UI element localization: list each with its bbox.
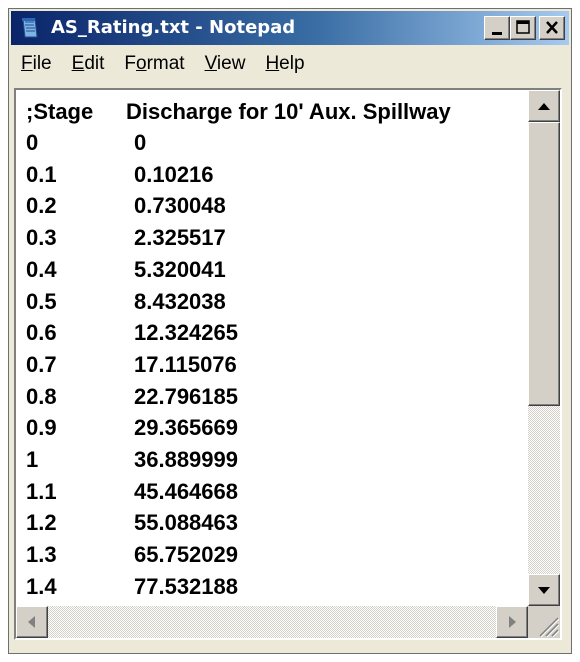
close-icon	[546, 21, 558, 34]
stage-value: 0	[26, 130, 39, 155]
discharge-value: 45.464668	[134, 478, 238, 504]
resize-grip-icon	[539, 617, 560, 638]
arrow-right-icon	[509, 616, 516, 628]
scroll-up-button[interactable]	[528, 90, 560, 122]
editor-frame: ;Stage Discharge for 10' Aux. Spillway 0…	[14, 88, 562, 640]
discharge-value: 12.324265	[134, 320, 238, 346]
discharge-value: 17.115076	[134, 351, 237, 377]
minimize-icon	[492, 32, 502, 35]
stage-value: 0.2	[26, 193, 57, 219]
stage-value: 0.3	[26, 225, 57, 251]
maximize-icon	[516, 20, 530, 34]
discharge-value: 0	[134, 130, 147, 155]
discharge-value: 2.325517	[134, 225, 226, 251]
vertical-scroll-thumb[interactable]	[528, 122, 560, 406]
arrow-down-icon	[538, 587, 550, 594]
stage-header: ;Stage	[26, 99, 94, 124]
scroll-left-button[interactable]	[16, 606, 48, 638]
stage-value: 0.5	[26, 288, 57, 314]
discharge-value: 77.532188	[134, 573, 238, 599]
menu-file[interactable]: File	[11, 47, 62, 81]
discharge-value: 36.889999	[134, 447, 238, 472]
stage-value: 0.9	[26, 415, 57, 441]
menu-edit[interactable]: Edit	[62, 47, 115, 81]
stage-value: 1.3	[26, 542, 57, 568]
discharge-header: Discharge for 10' Aux. Spillway	[126, 99, 451, 124]
stage-value: 0.6	[26, 320, 57, 346]
discharge-value: 5.320041	[134, 256, 226, 282]
discharge-value: 55.088463	[134, 510, 238, 536]
stage-value: 1.4	[26, 573, 57, 599]
scroll-down-button[interactable]	[528, 574, 560, 606]
stage-value: 1.1	[26, 478, 57, 504]
menu-format[interactable]: Format	[114, 47, 194, 81]
stage-value: 1	[26, 447, 39, 472]
menu-bar: File Edit Format View Help	[11, 47, 569, 81]
arrow-left-icon	[28, 616, 35, 628]
discharge-value: 0.10216	[134, 161, 214, 187]
horizontal-scrollbar[interactable]	[16, 606, 528, 638]
text-editor[interactable]: ;Stage Discharge for 10' Aux. Spillway 0…	[16, 90, 528, 606]
menu-help[interactable]: Help	[255, 47, 314, 81]
stage-value: 0.8	[26, 383, 57, 409]
caption-buttons	[484, 16, 565, 40]
discharge-value: 65.752029	[134, 542, 238, 568]
discharge-value: 8.432038	[134, 288, 226, 314]
stage-value: 0.1	[26, 161, 57, 187]
stage-value: 1.2	[26, 510, 57, 536]
discharge-value: 29.365669	[134, 415, 238, 441]
stage-value: 0.4	[26, 256, 57, 282]
menu-view[interactable]: View	[195, 47, 256, 81]
close-button[interactable]	[539, 16, 565, 40]
scroll-right-button[interactable]	[496, 606, 528, 638]
discharge-value: 0.730048	[134, 193, 226, 219]
discharge-value: 22.796185	[134, 383, 238, 409]
notepad-icon[interactable]	[19, 17, 41, 39]
stage-value: 0.7	[26, 351, 57, 377]
vertical-scrollbar[interactable]	[528, 90, 560, 606]
size-grip[interactable]	[528, 606, 560, 638]
title-bar[interactable]: AS_Rating.txt - Notepad	[11, 11, 569, 45]
maximize-button[interactable]	[510, 16, 536, 40]
minimize-button[interactable]	[484, 16, 510, 40]
arrow-up-icon	[538, 103, 550, 110]
window-title: AS_Rating.txt - Notepad	[51, 17, 296, 38]
